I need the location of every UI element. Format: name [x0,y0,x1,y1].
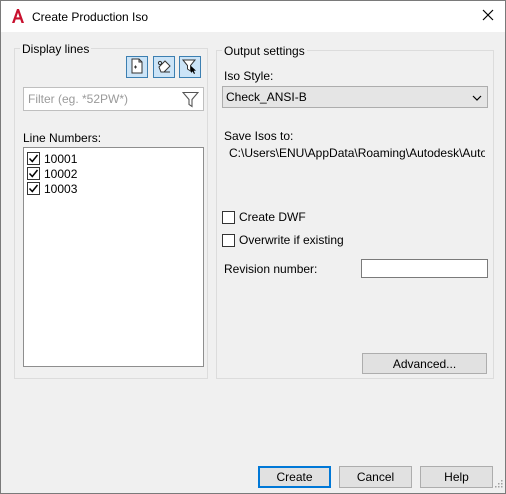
autocad-logo-icon [11,8,25,24]
save-isos-label: Save Isos to: [224,129,294,143]
document-icon [130,58,144,77]
line-number-label: 10001 [44,151,78,166]
close-button[interactable] [471,1,505,31]
title-bar: Create Production Iso [1,1,505,32]
cancel-button[interactable]: Cancel [339,466,412,488]
dialog-window: Create Production Iso Display lines Filt… [0,0,506,494]
create-button-label: Create [276,470,313,484]
line-number-label: 10002 [44,166,78,181]
cancel-button-label: Cancel [356,470,395,484]
save-path-value: C:\Users\ENU\AppData\Roaming\Autodesk\Au… [229,146,485,160]
create-dwf-checkbox[interactable] [222,210,235,224]
checkbox-line-10001[interactable] [27,152,40,165]
list-item[interactable]: 10003 [27,181,77,196]
revision-number-label: Revision number: [224,262,318,276]
iso-style-select[interactable]: Check_ANSI-B [222,86,488,108]
create-dwf-label: Create DWF [239,210,306,224]
line-numbers-label: Line Numbers: [23,131,102,145]
help-button[interactable]: Help [420,466,493,488]
advanced-button-label: Advanced... [392,356,457,371]
filter-select-button[interactable] [179,56,201,78]
advanced-button[interactable]: Advanced... [362,353,487,374]
select-lines-button[interactable] [126,56,148,78]
chevron-down-icon [472,92,482,106]
resize-grip-icon[interactable] [493,477,503,491]
clear-selection-button[interactable] [153,56,175,78]
line-number-label: 10003 [44,181,78,196]
revision-number-input[interactable] [361,259,488,278]
iso-style-value: Check_ANSI-B [226,90,307,104]
create-dwf-option[interactable]: Create DWF [222,210,306,224]
iso-style-label: Iso Style: [224,69,274,83]
filter-input[interactable] [26,90,176,108]
list-item[interactable]: 10002 [27,166,77,181]
checkbox-line-10003[interactable] [27,182,40,195]
filter-field[interactable] [23,87,204,111]
overwrite-label: Overwrite if existing [239,233,344,247]
filter-cursor-icon [181,58,198,77]
output-settings-label: Output settings [222,44,307,58]
list-item[interactable]: 10001 [27,151,77,166]
filter-icon[interactable] [181,91,200,111]
eraser-icon [156,58,172,77]
create-button[interactable]: Create [258,466,331,488]
close-icon [482,9,494,24]
overwrite-checkbox[interactable] [222,233,235,247]
overwrite-option[interactable]: Overwrite if existing [222,233,344,247]
display-lines-label: Display lines [20,42,92,56]
window-title: Create Production Iso [32,10,149,24]
help-button-label: Help [444,470,469,484]
line-numbers-list[interactable]: 10001 10002 10003 [23,147,204,367]
checkbox-line-10002[interactable] [27,167,40,180]
